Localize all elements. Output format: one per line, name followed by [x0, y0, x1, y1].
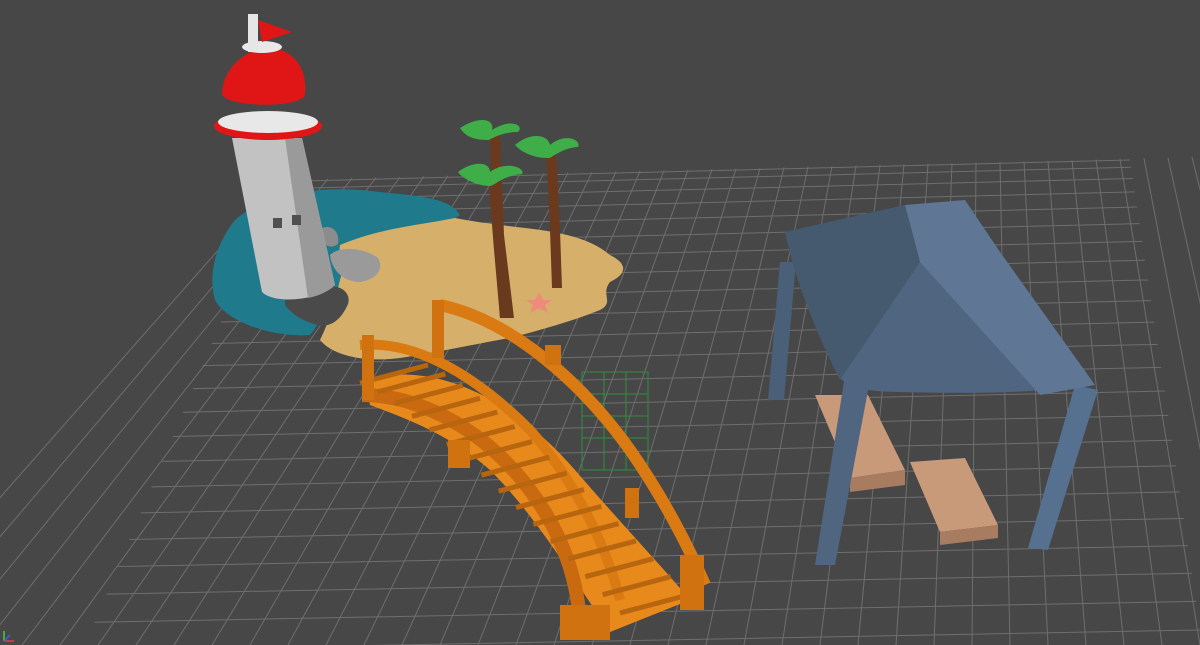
grid-line — [1167, 157, 1200, 305]
grid-line — [1119, 158, 1200, 645]
gazebo[interactable] — [768, 200, 1098, 565]
bridge-beam — [361, 388, 587, 633]
axis-gizmo-icon — [3, 631, 14, 642]
grid-line — [1023, 161, 1049, 645]
lighthouse-window — [292, 215, 301, 225]
lighthouse-balcony-rim — [218, 111, 318, 133]
lighthouse-window — [273, 218, 282, 228]
flag-icon — [258, 20, 292, 42]
grid-line — [151, 465, 1176, 488]
wooden-bridge[interactable] — [359, 299, 711, 640]
grid-line — [1095, 159, 1163, 645]
lighthouse-cap — [222, 48, 306, 105]
grid-line — [1191, 157, 1200, 192]
grid-line — [162, 439, 1173, 462]
scene-canvas[interactable] — [0, 0, 1200, 645]
grid-line — [367, 629, 1200, 645]
grid-line — [999, 161, 1011, 645]
3d-viewport[interactable] — [0, 0, 1200, 645]
grid-line — [172, 414, 1169, 437]
grid-line — [129, 517, 1184, 540]
lighthouse-flagpole — [248, 14, 258, 52]
grid-line — [182, 390, 1165, 413]
